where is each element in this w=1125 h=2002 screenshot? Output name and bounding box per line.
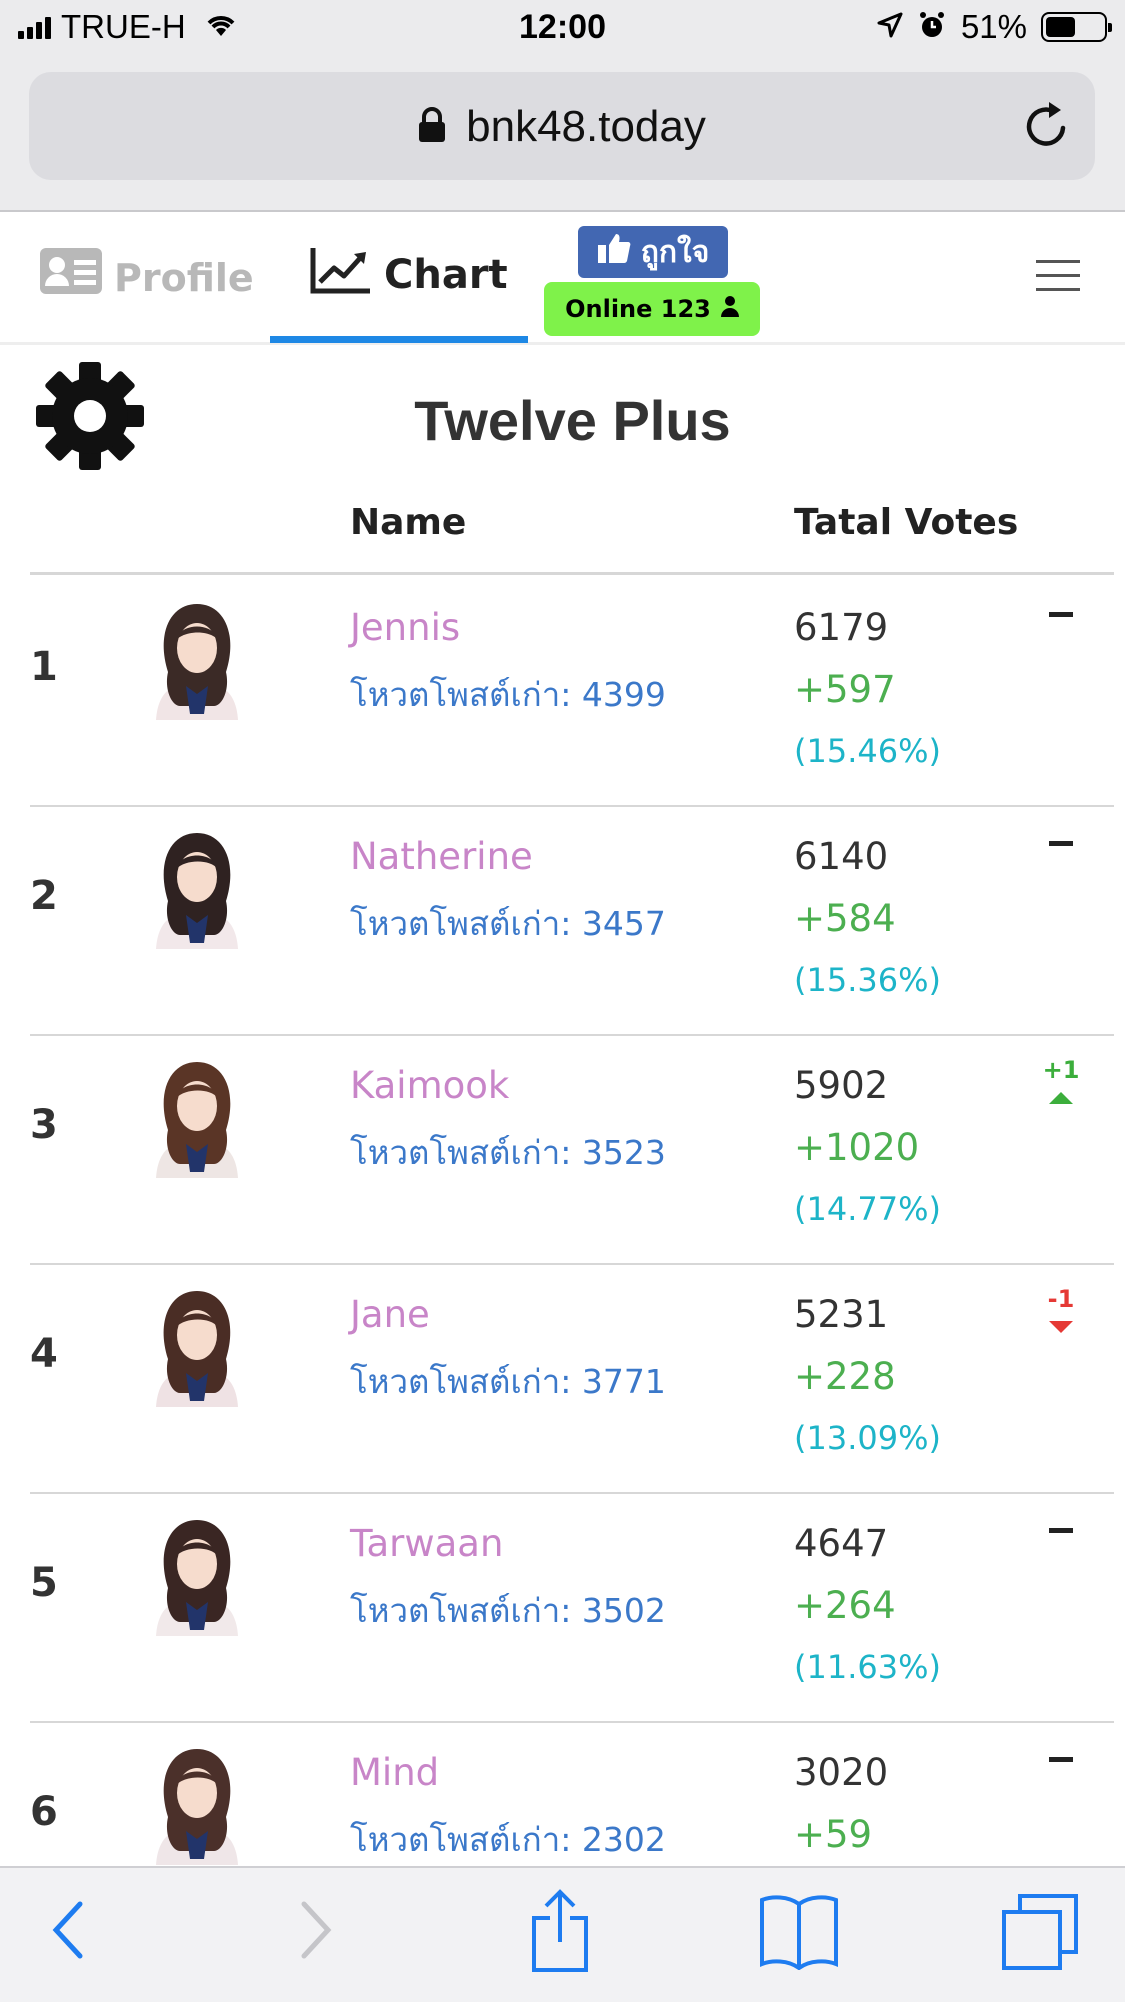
rank-number: 1 bbox=[30, 644, 58, 690]
rank-number: 4 bbox=[30, 1331, 58, 1377]
member-row[interactable]: 1 Jennis โหวตโพสต์เก่า: 4399 6179 +597 (… bbox=[30, 576, 1114, 807]
nav-chart-label: Chart bbox=[384, 252, 508, 298]
tabs-icon[interactable] bbox=[1000, 1892, 1080, 1976]
rank-change-up: +1 bbox=[1036, 1056, 1086, 1104]
column-header-name: Name bbox=[350, 502, 467, 543]
rank-number: 2 bbox=[30, 873, 58, 919]
lock-icon bbox=[418, 104, 446, 154]
rank-change-text: +1 bbox=[1042, 1056, 1080, 1084]
hamburger-menu-icon[interactable] bbox=[1036, 260, 1080, 302]
dash-icon bbox=[1049, 1757, 1073, 1762]
member-row[interactable]: 4 Jane โหวตโพสต์เก่า: 3771 5231 +228 (13… bbox=[30, 1263, 1114, 1494]
member-photo[interactable] bbox=[134, 1510, 260, 1636]
rank-change-none bbox=[1036, 1743, 1086, 1762]
browser-toolbar bbox=[0, 1866, 1125, 2002]
online-count-text: Online 123 bbox=[565, 295, 711, 323]
member-photo[interactable] bbox=[134, 823, 260, 949]
battery-icon bbox=[1041, 12, 1112, 42]
member-row[interactable]: 3 Kaimook โหวตโพสต์เก่า: 3523 5902 +1020… bbox=[30, 1034, 1114, 1265]
share-icon[interactable] bbox=[528, 1888, 592, 1978]
address-bar[interactable]: bnk48.today bbox=[29, 72, 1095, 180]
page-title: Twelve Plus bbox=[414, 389, 731, 452]
rank-number: 6 bbox=[30, 1789, 58, 1835]
like-label: ถูกใจ bbox=[640, 234, 710, 270]
member-name[interactable]: Mind bbox=[350, 1751, 439, 1794]
old-post-votes: โหวตโพสต์เก่า: 3502 bbox=[350, 1591, 666, 1630]
trend-chart-icon bbox=[310, 246, 384, 304]
member-photo[interactable] bbox=[134, 1739, 260, 1865]
vote-gain: +228 bbox=[794, 1355, 896, 1398]
member-name[interactable]: Jennis bbox=[350, 606, 460, 649]
old-post-votes: โหวตโพสต์เก่า: 3771 bbox=[350, 1362, 666, 1401]
vote-percent: (11.63%) bbox=[794, 1648, 941, 1686]
chevron-left-icon[interactable] bbox=[48, 1898, 88, 1966]
rank-change-text: -1 bbox=[1047, 1285, 1075, 1313]
vote-gain: +59 bbox=[794, 1813, 873, 1856]
vote-gain: +264 bbox=[794, 1584, 896, 1627]
chevron-right-icon[interactable] bbox=[296, 1898, 336, 1966]
dash-icon bbox=[1049, 841, 1073, 846]
reload-icon[interactable] bbox=[1023, 98, 1071, 154]
dash-icon bbox=[1049, 1528, 1073, 1533]
user-icon bbox=[720, 295, 739, 323]
active-tab-indicator bbox=[270, 336, 528, 343]
vote-percent: (14.77%) bbox=[794, 1190, 941, 1228]
column-header-votes: Tatal Votes bbox=[794, 502, 1019, 543]
battery-percent: 51% bbox=[960, 8, 1027, 45]
total-votes: 3020 bbox=[794, 1751, 889, 1794]
url-text: bnk48.today bbox=[466, 102, 706, 151]
header-divider bbox=[30, 572, 1114, 575]
dash-icon bbox=[1049, 612, 1073, 617]
old-post-votes: โหวตโพสต์เก่า: 4399 bbox=[350, 675, 666, 714]
member-photo[interactable] bbox=[134, 594, 260, 720]
rank-change-none bbox=[1036, 827, 1086, 846]
profile-card-icon bbox=[40, 248, 102, 307]
arrow-down-icon bbox=[1049, 1321, 1073, 1333]
rank-change-none bbox=[1036, 1514, 1086, 1533]
nav-profile[interactable]: Profile bbox=[40, 248, 254, 307]
member-photo[interactable] bbox=[134, 1052, 260, 1178]
status-bar: TRUE-H 12:00 51% bbox=[0, 0, 1125, 62]
vote-gain: +597 bbox=[794, 668, 896, 711]
nav-profile-label: Profile bbox=[114, 255, 254, 300]
member-photo[interactable] bbox=[134, 1281, 260, 1407]
old-post-votes: โหวตโพสต์เก่า: 3523 bbox=[350, 1133, 666, 1172]
online-count-badge: Online 123 bbox=[544, 282, 760, 336]
member-row[interactable]: 5 Tarwaan โหวตโพสต์เก่า: 3502 4647 +264 … bbox=[30, 1492, 1114, 1723]
rank-change-none bbox=[1036, 598, 1086, 617]
browser-chrome: bnk48.today bbox=[0, 62, 1125, 212]
total-votes: 4647 bbox=[794, 1522, 889, 1565]
total-votes: 5902 bbox=[794, 1064, 889, 1107]
old-post-votes: โหวตโพสต์เก่า: 3457 bbox=[350, 904, 666, 943]
member-name[interactable]: Tarwaan bbox=[350, 1522, 503, 1565]
vote-percent: (13.09%) bbox=[794, 1419, 941, 1457]
address-text-wrap[interactable]: bnk48.today bbox=[29, 102, 1095, 154]
rank-change-down: -1 bbox=[1036, 1285, 1086, 1333]
thumbs-up-icon bbox=[597, 232, 631, 272]
member-name[interactable]: Natherine bbox=[350, 835, 533, 878]
arrow-up-icon bbox=[1049, 1092, 1073, 1104]
member-name[interactable]: Kaimook bbox=[350, 1064, 509, 1107]
rank-number: 5 bbox=[30, 1560, 58, 1606]
vote-gain: +1020 bbox=[794, 1126, 920, 1169]
alarm-icon bbox=[917, 10, 947, 44]
rank-number: 3 bbox=[30, 1102, 58, 1148]
facebook-like-button[interactable]: ถูกใจ bbox=[578, 226, 728, 278]
book-icon[interactable] bbox=[758, 1894, 840, 1974]
vote-percent: (15.46%) bbox=[794, 732, 941, 770]
old-post-votes: โหวตโพสต์เก่า: 2302 bbox=[350, 1820, 666, 1859]
vote-gain: +584 bbox=[794, 897, 896, 940]
location-arrow-icon bbox=[877, 12, 903, 42]
total-votes: 5231 bbox=[794, 1293, 889, 1336]
member-row[interactable]: 2 Natherine โหวตโพสต์เก่า: 3457 6140 +58… bbox=[30, 805, 1114, 1036]
vote-percent: (15.36%) bbox=[794, 961, 941, 999]
site-nav: Profile Chart ถูกใจ Online 123 bbox=[0, 212, 1125, 345]
total-votes: 6140 bbox=[794, 835, 889, 878]
status-right: 51% bbox=[877, 8, 1112, 46]
total-votes: 6179 bbox=[794, 606, 889, 649]
member-name[interactable]: Jane bbox=[350, 1293, 430, 1336]
nav-chart[interactable]: Chart bbox=[270, 212, 528, 343]
